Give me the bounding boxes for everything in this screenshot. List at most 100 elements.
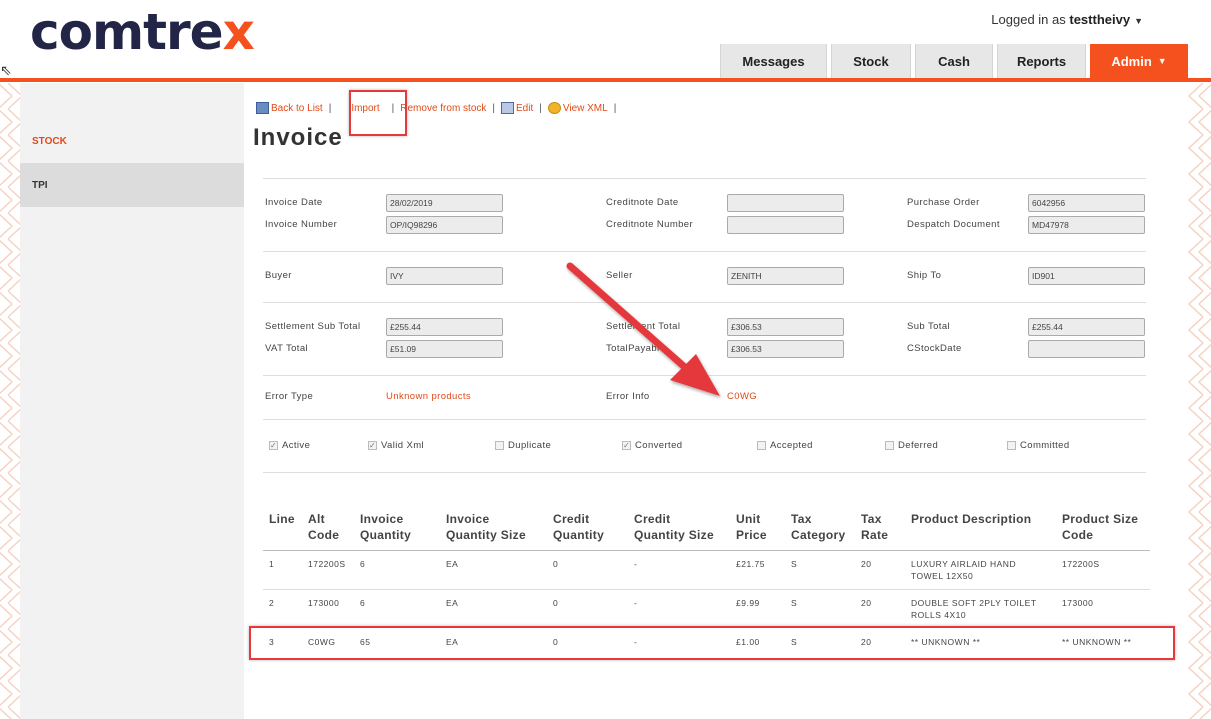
xml-icon: [547, 102, 561, 114]
divider: [263, 472, 1146, 473]
cell-product-description: DOUBLE SOFT 2PLY TOILET ROLLS 4X10: [911, 598, 1037, 620]
caret-down-icon: ▼: [1157, 56, 1167, 66]
sidebar-item-tpi[interactable]: TPI: [20, 163, 244, 207]
checkbox-empty-icon: [757, 441, 766, 450]
buyer-field[interactable]: IVY: [386, 267, 503, 285]
divider: [263, 178, 1146, 179]
invoice-number-field[interactable]: OP/IQ98296: [386, 216, 503, 234]
cell-product-size-code: 172200S: [1062, 559, 1100, 569]
cell-line: 1: [269, 559, 275, 569]
login-prefix: Logged in as: [991, 12, 1066, 27]
settlement-sub-total-label: Settlement Sub Total: [265, 321, 361, 332]
cell-unit-price: £9.99: [736, 598, 760, 608]
purchase-order-label: Purchase Order: [907, 197, 980, 208]
cstockdate-field[interactable]: [1028, 340, 1145, 358]
column-header[interactable]: Credit Quantity Size: [634, 511, 724, 543]
despatch-document-label: Despatch Document: [907, 219, 1000, 230]
cell-tax-category: S: [791, 559, 798, 569]
invoice-date-label: Invoice Date: [265, 197, 323, 208]
settlement-total-field[interactable]: £306.53: [727, 318, 844, 336]
cell-credit-quantity-size: -: [634, 559, 638, 569]
purchase-order-field[interactable]: 6042956: [1028, 194, 1145, 212]
tab-messages[interactable]: Messages: [720, 44, 827, 78]
separator: |: [328, 102, 332, 114]
tab-cash[interactable]: Cash: [915, 44, 993, 78]
column-header[interactable]: Credit Quantity: [553, 511, 613, 543]
back-to-list-link[interactable]: Back to List: [271, 103, 323, 114]
checkbox-accepted[interactable]: Accepted: [757, 440, 813, 451]
checkbox-committed[interactable]: Committed: [1007, 440, 1070, 451]
error-type-label: Error Type: [265, 391, 314, 402]
vat-total-field[interactable]: £51.09: [386, 340, 503, 358]
column-header[interactable]: Tax Rate: [861, 511, 895, 543]
despatch-document-field[interactable]: MD47978: [1028, 216, 1145, 234]
column-header[interactable]: Unit Price: [736, 511, 776, 543]
cell-product-size-code: 173000: [1062, 598, 1094, 608]
invoice-date-field[interactable]: 28/02/2019: [386, 194, 503, 212]
vat-total-label: VAT Total: [265, 343, 309, 354]
ship-to-label: Ship To: [907, 270, 942, 281]
view-xml-link[interactable]: View XML: [563, 103, 608, 114]
checkbox-valid-xml[interactable]: ✓ Valid Xml: [368, 440, 424, 451]
list-icon: [256, 102, 269, 114]
header-divider: [0, 78, 1211, 82]
checkbox-converted[interactable]: ✓ Converted: [622, 440, 682, 451]
edit-link[interactable]: Edit: [516, 103, 533, 114]
checkbox-empty-icon: [885, 441, 894, 450]
checkbox-active[interactable]: ✓ Active: [269, 440, 310, 451]
total-payable-field[interactable]: £306.53: [727, 340, 844, 358]
user-menu[interactable]: Logged in as testtheivy ▼: [991, 12, 1143, 27]
checkbox-checked-icon: ✓: [269, 441, 278, 450]
sub-total-label: Sub Total: [907, 321, 951, 332]
creditnote-number-label: Creditnote Number: [606, 219, 694, 230]
cell-invoice-quantity-size: EA: [446, 559, 459, 569]
cell-alt-code: 172200S: [308, 559, 346, 569]
tab-admin[interactable]: Admin ▼: [1090, 44, 1188, 78]
ship-to-field[interactable]: ID901: [1028, 267, 1145, 285]
column-header[interactable]: Line: [269, 511, 295, 527]
seller-field[interactable]: ZENITH: [727, 267, 844, 285]
table-header-divider: [263, 550, 1150, 551]
settlement-sub-total-field[interactable]: £255.44: [386, 318, 503, 336]
remove-from-stock-link[interactable]: Remove from stock: [400, 103, 486, 114]
annotation-arrow-icon: [566, 262, 720, 396]
cstockdate-label: CStockDate: [907, 343, 962, 354]
tab-stock[interactable]: Stock: [831, 44, 911, 78]
annotation-box-unknown-row: [249, 626, 1175, 660]
cell-tax-category: S: [791, 598, 798, 608]
decorative-pattern-left: [0, 83, 20, 719]
separator: |: [539, 102, 542, 114]
cell-product-description: LUXURY AIRLAID HAND TOWEL 12X50: [911, 559, 1017, 581]
divider: [263, 251, 1146, 252]
creditnote-date-field[interactable]: [727, 194, 844, 212]
cell-credit-quantity-size: -: [634, 598, 638, 608]
checkbox-duplicate[interactable]: Duplicate: [495, 440, 551, 451]
cell-invoice-quantity: 6: [360, 559, 366, 569]
sub-total-field[interactable]: £255.44: [1028, 318, 1145, 336]
separator: |: [613, 102, 617, 114]
column-header[interactable]: Product Description: [911, 511, 1051, 527]
buyer-label: Buyer: [265, 270, 292, 281]
cell-unit-price: £21.75: [736, 559, 765, 569]
edit-icon: [501, 102, 515, 114]
annotation-box-import: [349, 90, 407, 136]
checkbox-empty-icon: [1007, 441, 1016, 450]
decorative-pattern-right: [1187, 83, 1211, 719]
divider: [263, 419, 1146, 420]
comtrex-logo[interactable]: comtrex: [30, 4, 255, 60]
column-header[interactable]: Product Size Code: [1062, 511, 1146, 543]
column-header[interactable]: Tax Category: [791, 511, 851, 543]
checkbox-deferred[interactable]: Deferred: [885, 440, 938, 451]
main-nav: Messages Stock Cash Reports Admin ▼: [720, 44, 1192, 78]
column-header[interactable]: Alt Code: [308, 511, 348, 543]
separator: |: [492, 102, 496, 114]
caret-down-icon: ▼: [1134, 16, 1143, 26]
error-type-value: Unknown products: [386, 391, 472, 402]
creditnote-number-field[interactable]: [727, 216, 844, 234]
tab-reports[interactable]: Reports: [997, 44, 1086, 78]
page-title: Invoice: [253, 124, 343, 151]
sidebar-item-stock[interactable]: STOCK: [20, 119, 244, 163]
sidebar: STOCK TPI: [20, 83, 244, 719]
column-header[interactable]: Invoice Quantity: [360, 511, 420, 543]
column-header[interactable]: Invoice Quantity Size: [446, 511, 536, 543]
